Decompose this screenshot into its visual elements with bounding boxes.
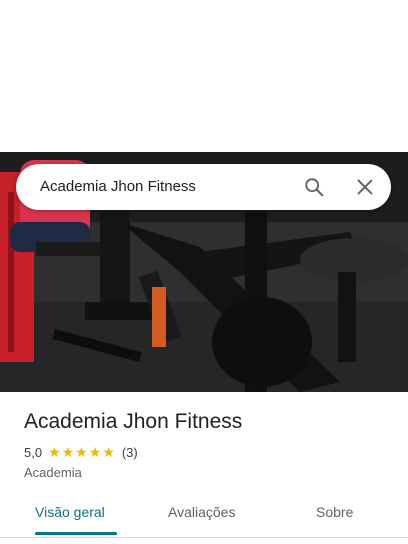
- rating-row[interactable]: 5,0 ★★★★★ (3): [24, 444, 138, 461]
- rating-value: 5,0: [24, 445, 43, 460]
- place-title: Academia Jhon Fitness: [24, 410, 243, 433]
- divider: [0, 537, 408, 538]
- search-icon[interactable]: [303, 176, 325, 198]
- search-query[interactable]: Academia Jhon Fitness: [40, 178, 196, 195]
- search-bar[interactable]: Academia Jhon Fitness: [16, 164, 391, 210]
- active-tab-indicator: [35, 532, 117, 535]
- review-count[interactable]: (3): [122, 445, 138, 460]
- place-category: Academia: [24, 465, 82, 480]
- tab-bar: Visão geral Avaliações Sobre: [0, 490, 408, 538]
- tab-reviews[interactable]: Avaliações: [168, 504, 235, 520]
- rating-stars: ★★★★★: [48, 444, 116, 460]
- close-icon[interactable]: [354, 176, 376, 198]
- tab-overview[interactable]: Visão geral: [35, 504, 105, 520]
- tab-about[interactable]: Sobre: [316, 504, 353, 520]
